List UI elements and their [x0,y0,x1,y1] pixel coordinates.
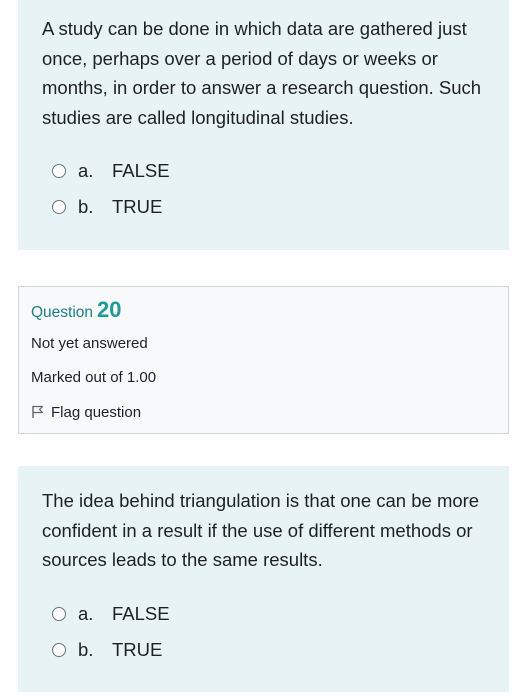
question-20-content: The idea behind triangulation is that on… [18,466,509,692]
radio-button[interactable] [52,200,66,214]
question-text: A study can be done in which data are ga… [42,18,482,128]
radio-button[interactable] [52,606,66,621]
answer-option-a[interactable]: a. FALSE [52,153,485,189]
answer-option-b[interactable]: b. TRUE [52,632,485,668]
answer-letter: b. [78,638,94,660]
radio-button[interactable] [52,164,66,178]
flag-question-link[interactable]: Flag question [31,395,496,429]
answer-letter: b. [78,196,94,217]
answer-label: FALSE [112,602,170,624]
flag-outline-icon [32,405,44,418]
answer-letter: a. [78,160,94,181]
question-text: The idea behind triangulation is that on… [42,490,480,570]
question-label: Question [31,304,94,321]
question-info-panel: Question 20 Not yet answered Marked out … [18,286,509,434]
question-number-heading: Question 20 [31,297,496,327]
answer-letter: a. [78,602,94,624]
radio-button[interactable] [52,642,66,657]
answer-label: TRUE [112,638,163,660]
answer-label: TRUE [112,196,163,217]
question-number: 20 [97,297,122,322]
answer-label: FALSE [112,160,170,181]
answer-options: a. FALSE b. TRUE [42,596,485,668]
answer-options: a. FALSE b. TRUE [42,153,485,225]
answer-status: Not yet answered [31,335,148,352]
question-marks: Marked out of 1.00 [31,369,157,386]
flag-question-label: Flag question [51,403,142,421]
answer-option-a[interactable]: a. FALSE [52,596,485,632]
question-19-content: A study can be done in which data are ga… [18,0,509,250]
answer-option-b[interactable]: b. TRUE [52,189,485,225]
